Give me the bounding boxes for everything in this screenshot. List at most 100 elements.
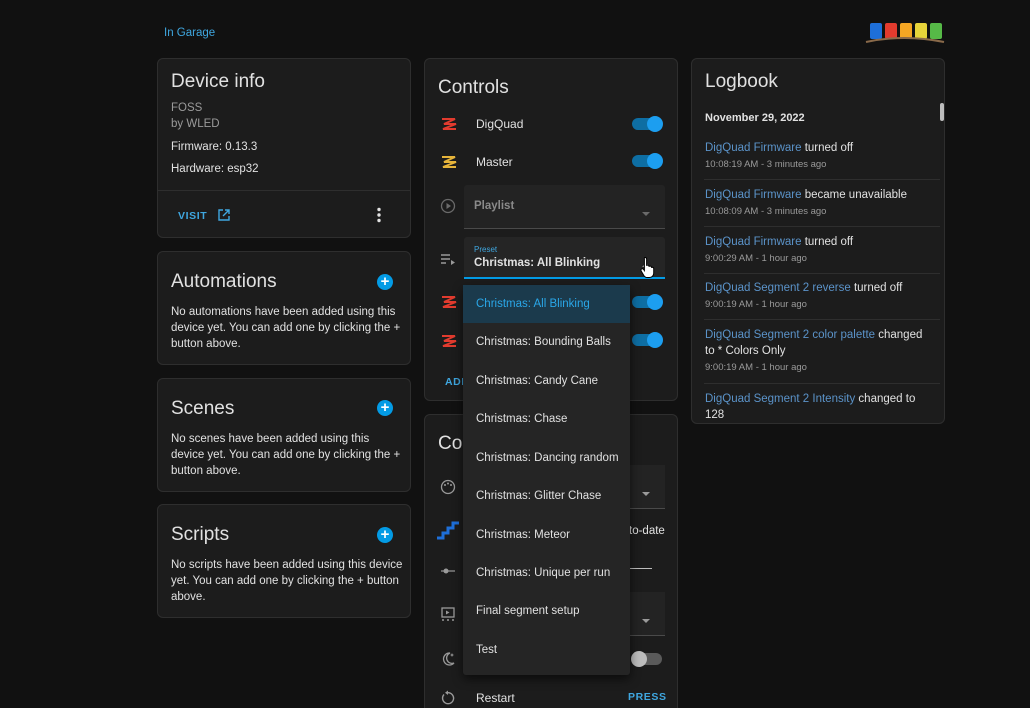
playlist-play-icon xyxy=(440,252,456,271)
chevron-down-icon xyxy=(641,484,651,502)
log-time: 9:00:19 AM - 1 hour ago xyxy=(705,362,807,373)
divider xyxy=(704,226,940,227)
preset-option[interactable]: Christmas: Dancing random xyxy=(463,439,630,477)
add-script-button[interactable]: + xyxy=(377,527,393,543)
segment-toggle[interactable] xyxy=(632,332,663,348)
log-time: 10:08:19 AM - 3 minutes ago xyxy=(705,159,827,170)
wled-icon xyxy=(441,155,457,174)
playlist-placeholder: Playlist xyxy=(474,200,515,212)
digquad-toggle[interactable] xyxy=(632,116,663,132)
automations-card: Automations + No automations have been a… xyxy=(157,251,411,365)
preset-value: Christmas: All Blinking xyxy=(474,257,601,269)
nightlight-icon xyxy=(440,651,456,672)
divider xyxy=(158,190,410,191)
visit-button[interactable]: VISIT xyxy=(178,206,230,222)
preset-option[interactable]: Christmas: All Blinking xyxy=(463,285,630,323)
update-icon xyxy=(435,518,461,547)
breadcrumb[interactable]: In Garage xyxy=(164,27,215,39)
scenes-empty-text: No scenes have been added using this dev… xyxy=(171,433,401,477)
log-entity-link[interactable]: DigQuad Firmware xyxy=(705,236,802,248)
scenes-card: Scenes + No scenes have been added using… xyxy=(157,378,411,492)
wled-icon xyxy=(441,117,457,136)
divider xyxy=(704,383,940,384)
divider xyxy=(704,179,940,180)
log-action: turned off xyxy=(801,236,854,248)
device-info-title: Device info xyxy=(171,71,265,92)
playlist-select[interactable]: Playlist xyxy=(464,185,665,229)
wled-logo xyxy=(864,20,946,46)
preset-option[interactable]: Christmas: Chase xyxy=(463,400,630,438)
add-scene-button[interactable]: + xyxy=(377,400,393,416)
scenes-title: Scenes xyxy=(171,398,235,419)
restart-press-button[interactable]: PRESS xyxy=(628,691,667,703)
preset-option[interactable]: Christmas: Meteor xyxy=(463,516,630,554)
device-hardware: Hardware: esp32 xyxy=(171,163,259,175)
preset-option[interactable]: Test xyxy=(463,631,630,669)
preset-option[interactable]: Christmas: Glitter Chase xyxy=(463,477,630,515)
restart-icon xyxy=(440,690,456,708)
theater-icon xyxy=(440,606,456,627)
logbook-scrollbar[interactable] xyxy=(940,103,944,121)
device-firmware: Firmware: 0.13.3 xyxy=(171,141,258,153)
add-automation-button[interactable]: + xyxy=(377,274,393,290)
divider xyxy=(704,273,940,274)
effect-select[interactable] xyxy=(625,592,665,636)
master-toggle[interactable] xyxy=(632,153,663,169)
wled-icon xyxy=(441,295,457,314)
logbook-date: November 29, 2022 xyxy=(705,112,805,124)
preset-option[interactable]: Christmas: Unique per run xyxy=(463,554,630,592)
divider xyxy=(704,319,940,320)
chevron-down-icon xyxy=(641,204,651,222)
preset-dropdown-menu: Christmas: All Blinking Christmas: Bound… xyxy=(463,285,630,675)
device-manufacturer: by WLED xyxy=(171,118,220,130)
segment-toggle[interactable] xyxy=(632,294,663,310)
slider-icon xyxy=(440,563,456,581)
preset-field-label: Preset xyxy=(474,245,498,254)
preset-select[interactable]: Preset Christmas: All Blinking xyxy=(464,237,665,279)
restart-label: Restart xyxy=(476,691,515,705)
log-entry: DigQuad Firmware became unavailable 10:0… xyxy=(705,187,931,220)
log-entry: DigQuad Segment 2 color palette changed … xyxy=(705,327,931,376)
preset-option[interactable]: Final segment setup xyxy=(463,592,630,630)
log-entity-link[interactable]: DigQuad Firmware xyxy=(705,142,802,154)
logbook-title: Logbook xyxy=(705,71,778,92)
wled-icon xyxy=(441,334,457,353)
nightlight-toggle[interactable] xyxy=(631,651,662,667)
log-entity-link[interactable]: DigQuad Segment 2 Intensity xyxy=(705,393,855,405)
master-label: Master xyxy=(476,155,513,169)
automations-title: Automations xyxy=(171,271,277,292)
palette-icon xyxy=(440,479,456,500)
log-action: turned off xyxy=(801,142,854,154)
controls-title: Controls xyxy=(438,77,509,98)
more-vert-icon[interactable] xyxy=(376,207,382,223)
automations-empty-text: No automations have been added using thi… xyxy=(171,306,401,350)
log-entry: DigQuad Firmware turned off 9:00:29 AM -… xyxy=(705,234,931,267)
preset-option[interactable]: Christmas: Bounding Balls xyxy=(463,323,630,361)
device-info-card: Device info FOSS by WLED Firmware: 0.13.… xyxy=(157,58,411,238)
number-input-underline[interactable] xyxy=(630,568,652,569)
log-time: 9:00:29 AM - 1 hour ago xyxy=(705,253,807,264)
log-entity-link[interactable]: DigQuad Firmware xyxy=(705,189,802,201)
play-circle-icon xyxy=(440,198,456,219)
chevron-down-icon xyxy=(641,611,651,629)
scripts-card: Scripts + No scripts have been added usi… xyxy=(157,504,411,618)
device-model: FOSS xyxy=(171,102,203,114)
palette-select[interactable] xyxy=(625,465,665,509)
digquad-label: DigQuad xyxy=(476,117,524,131)
open-in-new-icon xyxy=(218,208,230,226)
preset-option[interactable]: Christmas: Candy Cane xyxy=(463,362,630,400)
configuration-title: Co xyxy=(438,433,463,454)
visit-label: VISIT xyxy=(178,210,208,222)
log-action: turned off xyxy=(850,282,903,294)
hand-cursor-icon xyxy=(640,256,656,283)
log-entry: DigQuad Segment 2 reverse turned off 9:0… xyxy=(705,280,931,313)
log-entity-link[interactable]: DigQuad Segment 2 reverse xyxy=(705,282,851,294)
log-entity-link[interactable]: DigQuad Segment 2 color palette xyxy=(705,329,875,341)
update-status: to-date xyxy=(629,525,665,537)
log-action: became unavailable xyxy=(801,189,907,201)
log-time: 9:00:19 AM - 1 hour ago xyxy=(705,299,807,310)
scripts-empty-text: No scripts have been added using this de… xyxy=(171,559,403,603)
log-entry: DigQuad Firmware turned off 10:08:19 AM … xyxy=(705,140,931,173)
scripts-title: Scripts xyxy=(171,524,230,545)
logbook-card: Logbook November 29, 2022 DigQuad Firmwa… xyxy=(691,58,945,424)
